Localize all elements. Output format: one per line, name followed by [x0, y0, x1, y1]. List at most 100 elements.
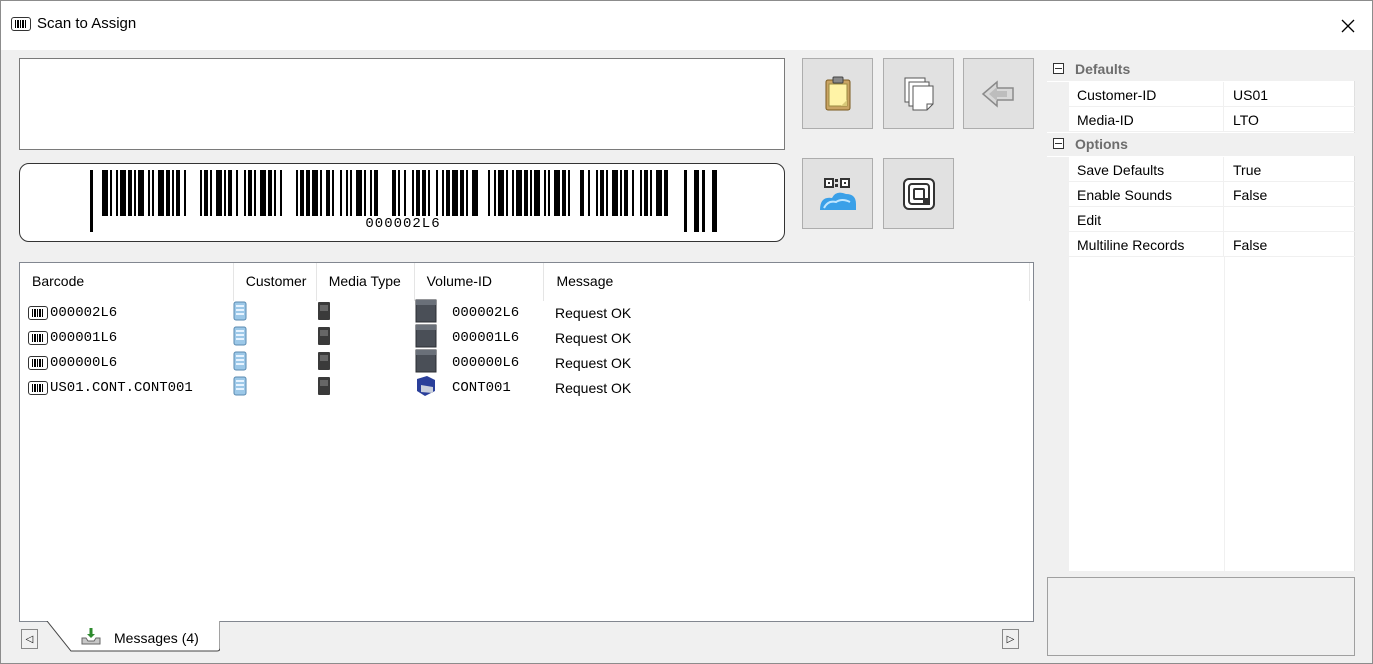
property-name: Save Defaults — [1069, 157, 1224, 182]
property-row-save-defaults[interactable]: Save Defaults True — [1047, 157, 1355, 182]
barcode-bar — [244, 170, 246, 216]
barcode-bar — [488, 170, 490, 216]
barcode-bar — [158, 170, 164, 216]
column-header-customer[interactable]: Customer — [234, 263, 317, 301]
property-category-options[interactable]: Options — [1047, 133, 1355, 156]
property-value[interactable]: US01 — [1224, 82, 1355, 107]
property-name: Edit — [1069, 207, 1224, 232]
collapse-icon[interactable] — [1053, 138, 1064, 149]
barcode-bar — [600, 170, 604, 216]
barcode-bar — [534, 170, 540, 216]
property-grid[interactable]: Defaults Customer-ID US01 Media-ID LTO O… — [1047, 58, 1355, 571]
barcode-bar — [172, 170, 174, 216]
property-name: Customer-ID — [1069, 82, 1224, 107]
property-row-enable-sounds[interactable]: Enable Sounds False — [1047, 182, 1355, 207]
barcode-icon — [28, 330, 48, 345]
barcode-bar — [332, 170, 334, 216]
barcode-bar — [606, 170, 608, 216]
table-row[interactable]: 000002L6 000002L6 Request OK — [20, 299, 1030, 325]
arrow-left-icon — [981, 79, 1014, 108]
close-button[interactable] — [1324, 1, 1372, 50]
property-value[interactable] — [1224, 207, 1355, 232]
barcode-bar — [446, 170, 450, 216]
tab-messages-label: Messages (4) — [114, 630, 199, 646]
property-name: Multiline Records — [1069, 232, 1224, 257]
barcode-bar — [200, 170, 202, 216]
barcode-bar — [624, 170, 628, 216]
property-value[interactable]: LTO — [1224, 107, 1355, 132]
barcode-bar — [312, 170, 318, 216]
close-icon — [1341, 19, 1355, 32]
barcode-bar — [236, 170, 238, 216]
barcode-bar — [128, 170, 132, 216]
back-button[interactable] — [963, 58, 1034, 129]
property-value[interactable]: True — [1224, 157, 1355, 182]
messages-grid[interactable]: Barcode Customer Media Type Volume-ID Me… — [19, 262, 1034, 622]
customer-icon — [232, 301, 248, 324]
barcode-bar — [374, 170, 378, 216]
rfid-icon — [902, 177, 935, 210]
message-cell: Request OK — [555, 354, 632, 371]
copy-button[interactable] — [883, 58, 954, 129]
column-header-message[interactable]: Message — [544, 263, 1030, 301]
barcode-bar — [204, 170, 208, 216]
property-row-media-id[interactable]: Media-ID LTO — [1047, 107, 1355, 132]
barcode-icon — [11, 17, 31, 31]
barcode-bar — [632, 170, 634, 216]
property-row-customer-id[interactable]: Customer-ID US01 — [1047, 82, 1355, 107]
barcode-bar — [296, 170, 298, 216]
barcode-bar — [248, 170, 252, 216]
barcode-bar — [364, 170, 366, 216]
tab-scroll-left[interactable]: ◁ — [21, 629, 38, 649]
customer-icon — [232, 376, 248, 399]
rfid-button[interactable] — [883, 158, 954, 229]
media-type-icon — [317, 376, 331, 399]
barcode-bar — [260, 170, 266, 216]
volume-id-cell: CONT001 — [452, 379, 511, 396]
tab-strip: ◁ Messages (4) ▷ — [19, 621, 1034, 656]
tab-messages[interactable]: Messages (4) — [39, 621, 220, 654]
paste-button[interactable] — [802, 58, 873, 129]
pages-icon — [904, 77, 933, 110]
property-row-edit[interactable]: Edit — [1047, 207, 1355, 232]
barcode-bar — [340, 170, 342, 216]
scan-input[interactable] — [19, 58, 785, 150]
qr-cloud-button[interactable] — [802, 158, 873, 229]
barcode-bar — [664, 170, 668, 216]
collapse-icon[interactable] — [1053, 63, 1064, 74]
barcode-bar — [562, 170, 566, 216]
barcode-bar — [612, 170, 618, 216]
barcode-bar — [516, 170, 522, 216]
property-row-multiline-records[interactable]: Multiline Records False — [1047, 232, 1355, 257]
barcode-bar — [644, 170, 648, 216]
table-row[interactable]: 000000L6 000000L6 Request OK — [20, 349, 1030, 375]
customer-icon — [232, 351, 248, 374]
column-header-media-type[interactable]: Media Type — [317, 263, 415, 301]
message-cell: Request OK — [555, 329, 632, 346]
property-value[interactable]: False — [1224, 232, 1355, 257]
property-description-pane — [1047, 577, 1355, 656]
table-row[interactable]: 000001L6 000001L6 Request OK — [20, 324, 1030, 351]
property-value[interactable]: False — [1224, 182, 1355, 207]
column-header-barcode[interactable]: Barcode — [20, 263, 234, 301]
barcode-bar — [350, 170, 352, 216]
property-name: Enable Sounds — [1069, 182, 1224, 207]
tape-icon — [415, 324, 437, 351]
barcode-bar — [620, 170, 622, 216]
barcode-cell: 000001L6 — [50, 329, 118, 346]
barcode-bar — [530, 170, 532, 216]
column-header-volume-id[interactable]: Volume-ID — [415, 263, 545, 301]
window-title: Scan to Assign — [37, 15, 137, 32]
table-row[interactable]: US01.CONT.CONT001 CONT001 Request OK — [20, 375, 1030, 400]
property-category-defaults[interactable]: Defaults — [1047, 58, 1355, 81]
barcode-bar — [148, 170, 150, 216]
barcode-icon — [28, 355, 48, 370]
barcode-bar — [356, 170, 362, 216]
barcode-bar — [224, 170, 226, 216]
volume-id-cell: 000002L6 — [452, 304, 520, 321]
grid-header: Barcode Customer Media Type Volume-ID Me… — [20, 263, 1030, 301]
tab-scroll-right[interactable]: ▷ — [1002, 629, 1019, 649]
barcode-bar — [254, 170, 256, 216]
barcode-bar — [152, 170, 154, 216]
barcode-bar — [280, 170, 282, 216]
